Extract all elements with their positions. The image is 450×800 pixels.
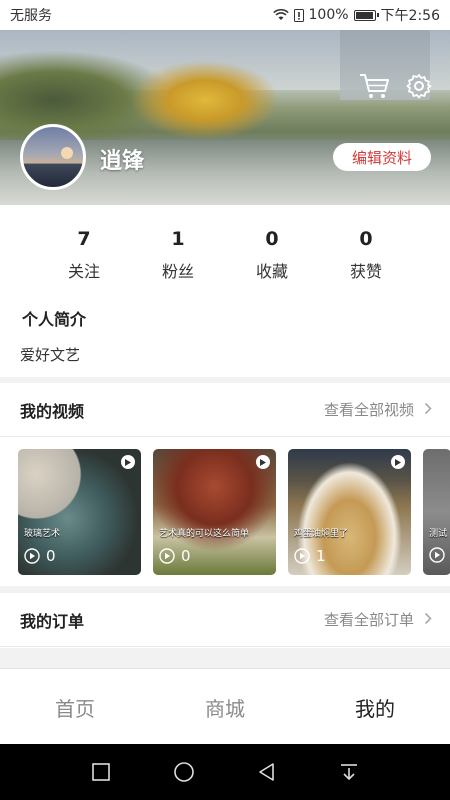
stat-label: 关注 xyxy=(67,262,100,281)
stat-value: 0 xyxy=(359,228,373,250)
back-triangle-icon[interactable] xyxy=(257,762,277,782)
video-caption: 艺术真的可以这么简单 xyxy=(159,529,250,539)
my-videos-header: 我的视频 查看全部视频 xyxy=(0,383,450,437)
stats-row: 7 关注 1 粉丝 0 收藏 0 获赞 xyxy=(0,224,450,294)
play-count: 0 xyxy=(159,547,191,565)
play-count-value: 0 xyxy=(181,547,191,565)
bio-text: 爱好文艺 xyxy=(20,346,81,364)
video-thumbnails: 玻璃艺术 0 艺术真的可以这么简单 0 鸡蛋油焖里了 1 测试 xyxy=(18,449,450,575)
view-all-videos-link[interactable]: 查看全部视频 xyxy=(324,399,432,420)
section-title: 我的视频 xyxy=(20,401,85,421)
stat-likes[interactable]: 0 获赞 xyxy=(319,224,413,294)
chevron-right-icon xyxy=(424,401,432,419)
stat-value: 1 xyxy=(171,228,185,250)
cart-icon[interactable] xyxy=(358,70,390,102)
play-count-value: 0 xyxy=(46,547,56,565)
play-count: 1 xyxy=(294,547,326,565)
video-card[interactable]: 鸡蛋油焖里了 1 xyxy=(288,449,411,575)
status-right: 100% 下午2:56 xyxy=(272,5,440,25)
edit-profile-button[interactable]: 编辑资料 xyxy=(333,143,431,171)
wifi-icon xyxy=(272,9,289,20)
stat-favorites[interactable]: 0 收藏 xyxy=(225,224,319,294)
home-circle-icon[interactable] xyxy=(173,761,195,783)
battery-icon xyxy=(353,9,379,21)
tab-mall[interactable]: 商城 xyxy=(150,669,300,745)
my-orders-section: 我的订单 查看全部订单 xyxy=(0,593,450,648)
video-caption: 玻璃艺术 xyxy=(24,529,61,539)
system-nav-bar xyxy=(0,744,450,800)
status-bar: 无服务 100% 下午2:56 xyxy=(0,0,450,30)
view-all-orders-link[interactable]: 查看全部订单 xyxy=(324,609,432,630)
view-all-label: 查看全部订单 xyxy=(323,611,414,629)
username: 逍锋 xyxy=(100,149,145,174)
bio-title: 个人简介 xyxy=(22,310,87,329)
play-circle-icon xyxy=(24,548,40,564)
stat-value: 7 xyxy=(77,228,91,250)
video-card[interactable]: 艺术真的可以这么简单 0 xyxy=(153,449,276,575)
battery-percent: 100% xyxy=(308,7,349,23)
recent-apps-icon[interactable] xyxy=(91,762,111,782)
my-orders-header: 我的订单 查看全部订单 xyxy=(0,593,450,647)
my-videos-section: 我的视频 查看全部视频 玻璃艺术 0 艺术真的可以这么简单 0 鸡蛋油焖里了 1… xyxy=(0,383,450,586)
tab-me[interactable]: 我的 xyxy=(300,669,450,745)
alert-icon xyxy=(293,8,304,22)
video-caption: 测试 xyxy=(429,529,448,539)
play-circle-icon xyxy=(294,548,310,564)
stat-value: 0 xyxy=(265,228,279,250)
video-caption: 鸡蛋油焖里了 xyxy=(294,529,349,539)
stat-label: 收藏 xyxy=(255,262,288,281)
notification-pull-down-icon[interactable] xyxy=(339,762,359,782)
clock: 下午2:56 xyxy=(380,8,440,24)
video-card[interactable]: 玻璃艺术 0 xyxy=(18,449,141,575)
carrier-text: 无服务 xyxy=(10,8,52,24)
video-badge-icon xyxy=(121,455,135,469)
view-all-label: 查看全部视频 xyxy=(323,401,414,419)
settings-gear-icon[interactable] xyxy=(403,70,435,102)
play-circle-icon xyxy=(429,547,445,563)
section-title: 我的订单 xyxy=(20,611,85,631)
chevron-right-icon xyxy=(424,611,432,629)
tab-home[interactable]: 首页 xyxy=(0,669,150,745)
bottom-tab-bar: 首页 商城 我的 xyxy=(0,668,450,745)
play-count: 0 xyxy=(24,547,56,565)
avatar[interactable] xyxy=(20,124,86,190)
stat-following[interactable]: 7 关注 xyxy=(37,224,131,294)
play-circle-icon xyxy=(159,548,175,564)
video-badge-icon xyxy=(256,455,270,469)
play-count-value: 1 xyxy=(316,547,326,565)
video-card[interactable]: 测试 xyxy=(423,449,450,575)
video-badge-icon xyxy=(391,455,405,469)
stat-label: 获赞 xyxy=(349,262,382,281)
play-count xyxy=(429,547,445,563)
stat-label: 粉丝 xyxy=(161,262,194,281)
stat-followers[interactable]: 1 粉丝 xyxy=(131,224,225,294)
